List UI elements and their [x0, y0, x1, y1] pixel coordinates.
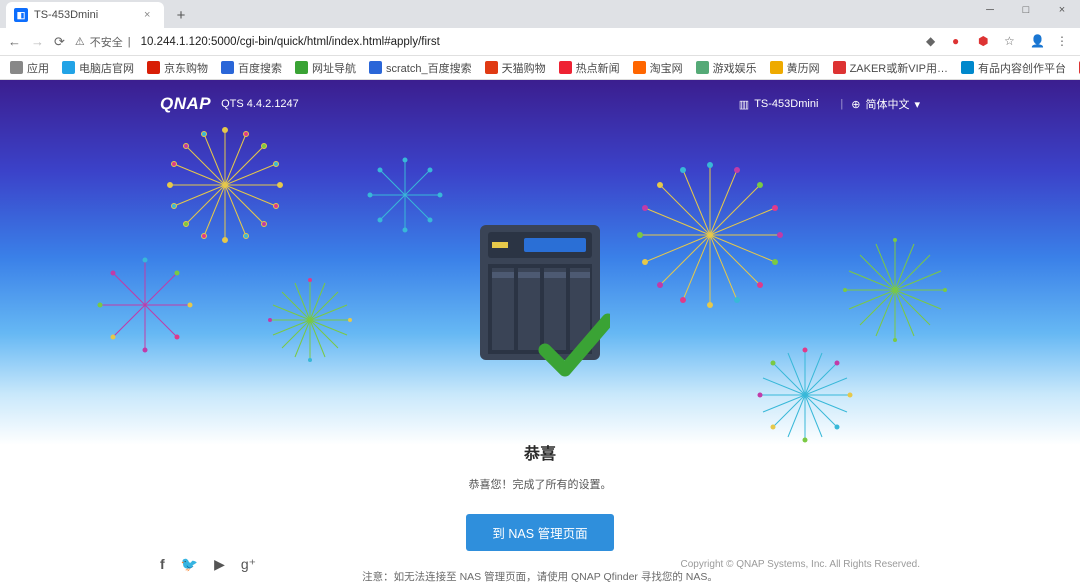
bookmark-favicon: [147, 61, 160, 74]
apps-icon: [10, 61, 23, 74]
nas-name-text: TS-453Dmini: [754, 98, 818, 110]
qnap-logo: QNAP: [160, 94, 211, 114]
extension-icon[interactable]: ◆: [926, 34, 942, 50]
warning-icon: ⚠: [75, 35, 85, 48]
extension-icon[interactable]: ●: [952, 34, 968, 50]
nav-forward-icon[interactable]: →: [31, 34, 44, 49]
firework-decoration: [90, 250, 200, 360]
new-tab-button[interactable]: +: [170, 4, 192, 26]
bookmark-favicon: [62, 61, 75, 74]
bookmark-favicon: [295, 61, 308, 74]
facebook-icon[interactable]: f: [160, 556, 165, 573]
tab-favicon: ◧: [14, 8, 28, 22]
tab-title: TS-453Dmini: [34, 9, 98, 21]
qts-version: QTS 4.4.2.1247: [221, 98, 299, 110]
nas-icon: ▥: [739, 98, 749, 111]
tab-close-icon[interactable]: ×: [144, 9, 156, 21]
nav-back-icon[interactable]: ←: [8, 34, 21, 49]
window-maximize-icon[interactable]: □: [1014, 4, 1038, 16]
language-text: 简体中文: [865, 96, 909, 112]
bookmark-favicon: [833, 61, 846, 74]
bookmark-item[interactable]: 百度搜索: [221, 60, 282, 76]
googleplus-icon[interactable]: g⁺: [241, 556, 256, 573]
firework-decoration: [625, 150, 795, 320]
browser-tab[interactable]: ◧ TS-453Dmini ×: [6, 2, 164, 28]
nas-device-graphic: [470, 220, 610, 385]
bookmark-item[interactable]: 热点新闻: [559, 60, 620, 76]
bookmark-label: 电脑店官网: [79, 60, 134, 76]
watermark: 值 什么值得买: [958, 545, 1066, 577]
window-controls: ─ □ ×: [978, 4, 1074, 16]
firework-decoration: [750, 340, 860, 450]
url-text[interactable]: 10.244.1.120:5000/cgi-bin/quick/html/ind…: [141, 36, 440, 48]
bookmark-label: ZAKER或新VIP用…: [850, 60, 948, 76]
bookmark-label: 游戏娱乐: [713, 60, 757, 76]
bookmark-item[interactable]: 天猫购物: [485, 60, 546, 76]
bookmarks-bar: 应用 电脑店官网 京东购物 百度搜索 网址导航 scratch_百度搜索 天猫购…: [0, 56, 1080, 80]
nas-name-indicator[interactable]: ▥ TS-453Dmini: [739, 98, 819, 111]
go-to-nas-admin-button[interactable]: 到 NAS 管理页面: [466, 514, 613, 551]
qnap-header: QNAP QTS 4.4.2.1247 ▥ TS-453Dmini | ⊕ 简体…: [0, 94, 1080, 114]
divider: |: [840, 98, 843, 110]
address-bar-row: ← → ⟳ ⚠ 不安全 | 10.244.1.120:5000/cgi-bin/…: [0, 28, 1080, 56]
youtube-icon[interactable]: ▶: [214, 556, 225, 573]
bookmark-item[interactable]: ZAKER或新VIP用…: [833, 60, 948, 76]
bookmark-item[interactable]: 黄历网: [770, 60, 820, 76]
bookmark-item[interactable]: 网址导航: [295, 60, 356, 76]
bookmark-label: 天猫购物: [502, 60, 546, 76]
bookmark-item[interactable]: scratch_百度搜索: [369, 60, 472, 76]
bookmark-item[interactable]: 游戏娱乐: [696, 60, 757, 76]
bookmark-item[interactable]: 京东购物: [147, 60, 208, 76]
menu-icon[interactable]: ⋮: [1056, 34, 1072, 50]
profile-icon[interactable]: 👤: [1030, 34, 1046, 50]
apps-button[interactable]: 应用: [10, 60, 49, 76]
window-minimize-icon[interactable]: ─: [978, 4, 1002, 16]
firework-decoration: [360, 150, 450, 240]
bookmark-label: 有品内容创作平台: [978, 60, 1066, 76]
chevron-down-icon: ▾: [914, 98, 920, 111]
watermark-text: 什么值得买: [996, 551, 1066, 571]
bookmark-favicon: [221, 61, 234, 74]
star-icon[interactable]: ☆: [1004, 34, 1020, 50]
bookmark-label: 百度搜索: [238, 60, 282, 76]
language-selector[interactable]: ⊕ 简体中文 ▾: [851, 96, 920, 112]
bookmark-favicon: [559, 61, 572, 74]
watermark-badge: 值: [958, 545, 990, 577]
bookmark-favicon: [369, 61, 382, 74]
bookmark-item[interactable]: 电脑店官网: [62, 60, 134, 76]
congrats-title: 恭喜: [0, 440, 1080, 464]
social-links: f 🐦 ▶ g⁺: [160, 556, 256, 573]
security-text: 不安全: [90, 34, 123, 50]
nav-reload-icon[interactable]: ⟳: [54, 34, 65, 50]
bookmark-favicon: [770, 61, 783, 74]
adblock-icon[interactable]: ⬢: [978, 34, 994, 50]
twitter-icon[interactable]: 🐦: [181, 556, 198, 573]
bookmark-item[interactable]: 有品内容创作平台: [961, 60, 1066, 76]
browser-tab-strip: ◧ TS-453Dmini × + ─ □ ×: [0, 0, 1080, 28]
firework-decoration: [835, 230, 955, 350]
bookmark-label: 京东购物: [164, 60, 208, 76]
bookmark-favicon: [485, 61, 498, 74]
qnap-setup-complete-page: QNAP QTS 4.4.2.1247 ▥ TS-453Dmini | ⊕ 简体…: [0, 80, 1080, 587]
bookmark-favicon: [696, 61, 709, 74]
bookmark-label: scratch_百度搜索: [386, 60, 472, 76]
bookmark-label: 热点新闻: [576, 60, 620, 76]
bookmark-label: 应用: [27, 60, 49, 76]
bookmark-favicon: [633, 61, 646, 74]
bookmark-favicon: [961, 61, 974, 74]
globe-icon: ⊕: [851, 98, 860, 111]
bookmark-label: 淘宝网: [650, 60, 683, 76]
page-footer: f 🐦 ▶ g⁺ Copyright © QNAP Systems, Inc. …: [0, 556, 1080, 573]
congrats-subtitle: 恭喜您！完成了所有的设置。: [0, 476, 1080, 492]
firework-decoration: [160, 120, 290, 250]
bookmark-label: 黄历网: [787, 60, 820, 76]
copyright-text: Copyright © QNAP Systems, Inc. All Right…: [681, 559, 921, 570]
bookmark-label: 网址导航: [312, 60, 356, 76]
security-indicator[interactable]: ⚠ 不安全 |: [75, 34, 131, 50]
window-close-icon[interactable]: ×: [1050, 4, 1074, 16]
bookmark-item[interactable]: 淘宝网: [633, 60, 683, 76]
firework-decoration: [260, 270, 360, 370]
